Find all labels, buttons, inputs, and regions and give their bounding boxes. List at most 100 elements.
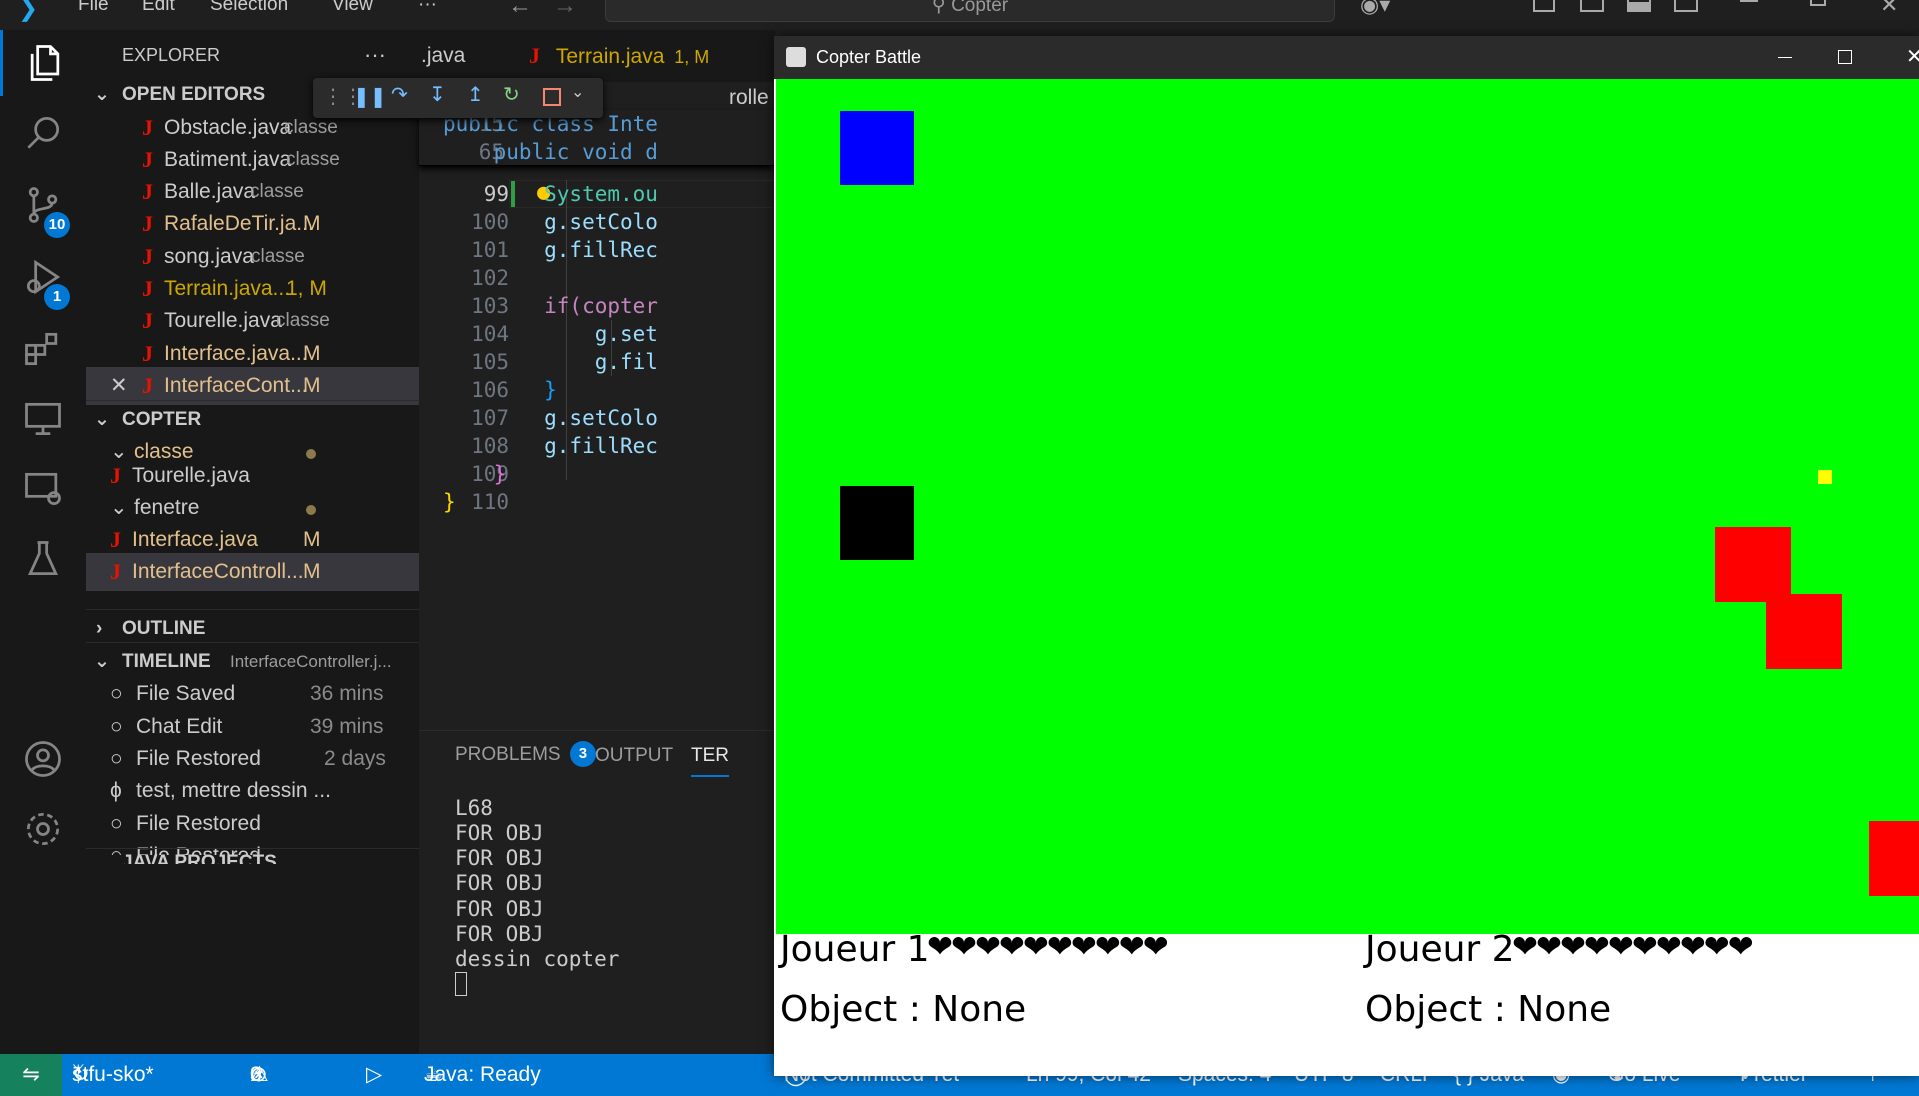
menu-edit[interactable]: Edit bbox=[142, 0, 175, 16]
toggle-sidebar-icon[interactable] bbox=[1580, 0, 1604, 12]
player2-label: Joueur 2 bbox=[1365, 929, 1515, 970]
java-status-label: Java: Ready bbox=[424, 1063, 541, 1086]
code-line: g.setColo bbox=[443, 406, 658, 430]
menu-view[interactable]: View bbox=[332, 0, 373, 16]
step-out-icon[interactable]: ↥ bbox=[467, 82, 484, 106]
sticky-scroll: 15 public class Inte 65 public void d bbox=[419, 110, 775, 166]
explorer-sidebar: EXPLORER ··· ⌄ OPEN EDITORS J Obstacle.ja… bbox=[86, 30, 419, 1054]
manage-activity[interactable] bbox=[0, 794, 86, 864]
game-close-icon[interactable]: ✕ bbox=[1906, 44, 1919, 69]
editor-tab[interactable]: .java bbox=[421, 30, 465, 82]
pause-icon[interactable]: ❚❚ bbox=[353, 84, 387, 108]
terminal-line: FOR OBJ bbox=[455, 871, 544, 895]
game-title: Copter Battle bbox=[816, 47, 922, 67]
code-line: } bbox=[443, 462, 507, 486]
remote-explorer-icon bbox=[25, 402, 61, 436]
debug-badge: 1 bbox=[44, 284, 70, 310]
toggle-secondary-sidebar-icon[interactable] bbox=[1674, 0, 1698, 12]
explorer-activity[interactable] bbox=[0, 30, 86, 96]
stop-icon[interactable] bbox=[543, 88, 561, 106]
restart-icon[interactable]: ↻ bbox=[503, 82, 520, 106]
java-projects-title: JAVA PROJECTS bbox=[122, 852, 277, 864]
java-app-icon bbox=[786, 47, 806, 67]
monitor-remote-icon bbox=[25, 472, 61, 506]
obstacle-block bbox=[1869, 821, 1919, 896]
search-icon bbox=[27, 116, 60, 149]
copilot-icon[interactable]: ◉▾ bbox=[1360, 0, 1390, 18]
step-over-icon[interactable]: ↷ bbox=[391, 82, 408, 106]
menu-selection[interactable]: Selection bbox=[210, 0, 288, 16]
player1-object: Object : None bbox=[780, 989, 1027, 1030]
terminal-line: FOR OBJ bbox=[455, 922, 544, 946]
code-line: g.fil bbox=[443, 350, 658, 374]
terminal-cursor[interactable] bbox=[455, 972, 467, 996]
obstacle-block bbox=[1766, 594, 1842, 669]
line-number: 102 bbox=[471, 266, 509, 290]
code-line: } bbox=[443, 378, 557, 402]
code-line: g.fillRec bbox=[443, 238, 658, 262]
extensions-activity[interactable] bbox=[0, 314, 86, 384]
modified-dot-icon bbox=[306, 505, 316, 515]
game-maximize-icon[interactable] bbox=[1838, 50, 1852, 64]
search-icon: ⚲ bbox=[931, 0, 952, 16]
remote-indicator-icon[interactable]: ⇋ bbox=[0, 1054, 62, 1096]
file-label: InterfaceControll... bbox=[132, 560, 304, 583]
code-line: g.setColo bbox=[443, 210, 658, 234]
java-projects-header[interactable]: JAVA PROJECTS bbox=[86, 848, 419, 864]
player1-label: Joueur 1 bbox=[780, 929, 930, 970]
accounts-activity[interactable] bbox=[0, 724, 86, 794]
file-status: M bbox=[303, 560, 321, 583]
game-minimize-icon[interactable] bbox=[1778, 57, 1792, 58]
source-control-activity[interactable]: 10 bbox=[0, 170, 86, 240]
menu-file[interactable]: File bbox=[78, 0, 109, 16]
problems-badge: 3 bbox=[569, 741, 596, 767]
code-line: g.set bbox=[443, 322, 658, 346]
editor-tab-active[interactable]: J Terrain.java 1, M bbox=[529, 30, 709, 82]
remote-explorer-activity[interactable] bbox=[0, 384, 86, 454]
scm-badge: 10 bbox=[44, 212, 70, 238]
tab-terminal[interactable]: TER bbox=[691, 745, 729, 777]
vscode-logo-icon: ❯ bbox=[18, 0, 39, 22]
explorer-more-icon[interactable]: ··· bbox=[364, 36, 386, 74]
sync-icon: ↻ bbox=[72, 1063, 90, 1086]
run-debug-activity[interactable]: 1 bbox=[0, 242, 86, 312]
java-file-icon: J bbox=[110, 559, 121, 584]
activity-bar: 10 1 bbox=[0, 30, 86, 1054]
nav-forward-icon[interactable]: → bbox=[553, 0, 577, 20]
terminal-line: FOR OBJ bbox=[455, 897, 544, 921]
nav-back-icon[interactable]: ← bbox=[508, 0, 532, 20]
code-editor[interactable]: .java J Terrain.java 1, M rolle 15 publi… bbox=[313, 30, 775, 730]
toggle-panel-icon[interactable] bbox=[1627, 0, 1651, 12]
remote-activity[interactable] bbox=[0, 454, 86, 524]
debug-status-icon[interactable]: ▷ bbox=[366, 1054, 382, 1096]
game-field[interactable] bbox=[776, 79, 1919, 934]
layout-icon[interactable] bbox=[1533, 0, 1555, 12]
tab-status: 1, M bbox=[674, 47, 710, 67]
explorer-title: EXPLORER bbox=[122, 45, 221, 65]
editor-tabs: .java J Terrain.java 1, M bbox=[419, 30, 775, 82]
terminal-line: FOR OBJ bbox=[455, 846, 544, 870]
debug-toolbar: ⋮⋮ ❚❚ ↷ ↧ ↥ ↻ ⌄ bbox=[313, 78, 603, 118]
step-into-icon[interactable]: ↧ bbox=[429, 82, 446, 106]
player2-object: Object : None bbox=[1365, 989, 1612, 1030]
search-activity[interactable] bbox=[0, 98, 86, 168]
tree-file-controller[interactable]: J InterfaceControll... M bbox=[86, 553, 419, 591]
obstacle-block bbox=[1715, 527, 1791, 602]
terminal-line: FOR OBJ bbox=[455, 821, 544, 845]
restore-icon[interactable] bbox=[1810, 0, 1826, 6]
tab-output[interactable]: OUTPUT bbox=[595, 745, 673, 767]
testing-activity[interactable] bbox=[0, 524, 86, 594]
extensions-icon bbox=[25, 332, 58, 366]
command-center-search[interactable]: ⚲ Copter bbox=[605, 0, 1335, 22]
title-bar: ❯ File Edit Selection View ··· ← → ⚲ Cop… bbox=[0, 0, 1919, 30]
gear-icon bbox=[26, 812, 60, 846]
powerup-item bbox=[1818, 470, 1832, 484]
chevron-down-icon[interactable]: ⌄ bbox=[571, 82, 584, 101]
terminal-line: dessin copter bbox=[455, 947, 620, 971]
code-line: } bbox=[443, 490, 456, 514]
menu-more[interactable]: ··· bbox=[418, 0, 437, 16]
terminal-line: L68 bbox=[455, 796, 493, 820]
minimize-icon[interactable] bbox=[1740, 0, 1758, 2]
tab-problems[interactable]: PROBLEMS 3 bbox=[455, 741, 596, 769]
close-icon[interactable]: ✕ bbox=[1880, 0, 1898, 18]
